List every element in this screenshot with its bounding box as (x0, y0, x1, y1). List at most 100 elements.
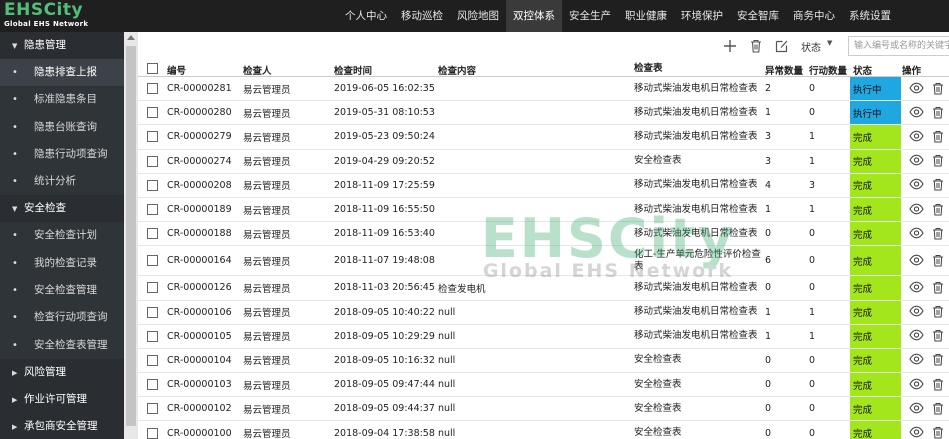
table-row[interactable]: CR-00000279 易云管理员 2019-05-23 09:50:24 移动式柴油… (138, 125, 949, 150)
row-checkbox[interactable] (147, 179, 158, 191)
column-header-time[interactable]: 检查时间 (334, 62, 438, 76)
view-icon[interactable] (909, 378, 925, 392)
view-icon[interactable] (909, 227, 925, 241)
column-header-no[interactable]: 编号 (167, 62, 243, 76)
nav-dual-control[interactable]: 双控体系 (506, 0, 562, 32)
view-icon[interactable] (909, 154, 925, 168)
record-number[interactable]: CR-00000126 (167, 276, 243, 299)
nav-environment[interactable]: 环境保护 (674, 0, 730, 32)
sidebar-item-checklist-management[interactable]: • 安全检查表管理 (0, 332, 124, 359)
view-icon[interactable] (909, 203, 925, 217)
sidebar-item-statistics[interactable]: • 统计分析 (0, 168, 124, 195)
delete-icon[interactable] (932, 378, 948, 392)
row-checkbox[interactable] (147, 255, 158, 267)
table-row[interactable]: CR-00000104 易云管理员 2018-09-05 10:16:32 null 安… (138, 348, 949, 374)
row-checkbox[interactable] (147, 155, 158, 167)
table-row[interactable]: CR-00000188 易云管理员 2018-11-09 16:53:40 移动式柴油… (138, 222, 949, 247)
column-header-user[interactable]: 检查人 (243, 62, 333, 76)
record-number[interactable]: CR-00000102 (167, 397, 243, 420)
edit-icon[interactable] (774, 38, 790, 54)
column-header-form[interactable]: 检查表 (634, 62, 764, 76)
sidebar-item-hazard-actions[interactable]: • 隐患行动项查询 (0, 141, 124, 168)
view-icon[interactable] (909, 402, 925, 416)
view-icon[interactable] (909, 305, 925, 319)
delete-icon[interactable] (932, 353, 948, 367)
table-row[interactable]: CR-00000208 易云管理员 2018-11-09 17:25:59 移动式柴油… (138, 173, 949, 198)
row-checkbox[interactable] (147, 83, 158, 95)
delete-icon[interactable] (932, 106, 948, 120)
delete-icon[interactable] (932, 82, 948, 96)
record-number[interactable]: CR-00000189 (167, 198, 243, 221)
view-icon[interactable] (909, 254, 925, 268)
delete-icon[interactable] (932, 130, 948, 144)
delete-icon[interactable] (932, 329, 948, 343)
delete-icon[interactable] (932, 281, 948, 295)
delete-icon[interactable] (932, 426, 948, 439)
view-icon[interactable] (909, 329, 925, 343)
column-header-act[interactable]: 行动数量 (809, 62, 851, 76)
record-number[interactable]: CR-00000100 (167, 421, 243, 439)
row-checkbox[interactable] (147, 427, 158, 439)
sidebar-item-check-actions[interactable]: • 检查行动项查询 (0, 304, 124, 331)
row-checkbox[interactable] (147, 131, 158, 143)
table-row[interactable]: CR-00000274 易云管理员 2019-04-29 09:20:52 安全检查表… (138, 149, 949, 174)
sidebar-item-standard-hazard[interactable]: • 标准隐患条目 (0, 86, 124, 113)
delete-icon[interactable] (932, 227, 948, 241)
delete-icon[interactable] (932, 254, 948, 268)
row-checkbox[interactable] (147, 379, 158, 391)
add-icon[interactable] (722, 38, 738, 54)
table-row[interactable]: CR-00000102 易云管理员 2018-09-05 09:44:37 null 安… (138, 397, 949, 422)
scrollbar-thumb[interactable] (126, 46, 136, 426)
record-number[interactable]: CR-00000103 (167, 373, 243, 396)
record-number[interactable]: CR-00000274 (167, 150, 243, 173)
sidebar-item-my-checks[interactable]: • 我的检查记录 (0, 250, 124, 277)
nav-mobile-inspection[interactable]: 移动巡检 (394, 0, 450, 32)
record-number[interactable]: CR-00000208 (167, 174, 243, 197)
record-number[interactable]: CR-00000164 (167, 246, 243, 275)
column-header-content[interactable]: 检查内容 (438, 62, 634, 76)
sidebar-item-check-management[interactable]: • 安全检查管理 (0, 277, 124, 304)
view-icon[interactable] (909, 178, 925, 192)
column-header-err[interactable]: 异常数量 (765, 62, 809, 76)
sidebar-item-check-plan[interactable]: • 安全检查计划 (0, 222, 124, 249)
row-checkbox[interactable] (147, 330, 158, 342)
search-input[interactable] (848, 36, 949, 56)
delete-icon[interactable] (932, 178, 948, 192)
sidebar-group-work-permit[interactable]: ▶ 作业许可管理 (0, 385, 124, 413)
nav-safety-production[interactable]: 安全生产 (562, 0, 618, 32)
column-header-ops[interactable]: 操作 (902, 62, 949, 76)
row-checkbox[interactable] (147, 354, 158, 366)
view-icon[interactable] (909, 426, 925, 439)
row-checkbox[interactable] (147, 228, 158, 240)
select-all-checkbox[interactable] (147, 63, 158, 74)
sidebar-group-contractor[interactable]: ▶ 承包商安全管理 (0, 412, 124, 439)
table-row[interactable]: CR-00000100 易云管理员 2018-09-04 17:38:58 null 安… (138, 421, 949, 439)
nav-safety-library[interactable]: 安全智库 (730, 0, 786, 32)
record-number[interactable]: CR-00000188 (167, 222, 243, 245)
record-number[interactable]: CR-00000106 (167, 301, 243, 324)
nav-risk-map[interactable]: 风险地图 (450, 0, 506, 32)
row-checkbox[interactable] (147, 204, 158, 216)
scroll-up-icon[interactable] (127, 35, 135, 40)
row-checkbox[interactable] (147, 306, 158, 318)
row-checkbox[interactable] (147, 403, 158, 415)
row-checkbox[interactable] (147, 107, 158, 119)
table-row[interactable]: CR-00000126 易云管理员 2018-11-03 20:56:45 检查发电机… (138, 276, 949, 301)
delete-icon[interactable] (932, 203, 948, 217)
table-row[interactable]: CR-00000105 易云管理员 2018-09-05 10:29:29 null 移… (138, 324, 949, 349)
record-number[interactable]: CR-00000280 (167, 101, 243, 124)
nav-system-settings[interactable]: 系统设置 (842, 0, 898, 32)
table-row[interactable]: CR-00000189 易云管理员 2018-11-09 16:55:50 移动式柴油… (138, 197, 949, 223)
nav-personal-center[interactable]: 个人中心 (338, 0, 394, 32)
delete-icon[interactable] (748, 38, 764, 54)
delete-icon[interactable] (932, 305, 948, 319)
nav-occupational-health[interactable]: 职业健康 (618, 0, 674, 32)
view-icon[interactable] (909, 106, 925, 120)
delete-icon[interactable] (932, 154, 948, 168)
view-icon[interactable] (909, 82, 925, 96)
record-number[interactable]: CR-00000281 (167, 77, 243, 100)
ehscity-logo[interactable]: EHSCity Global EHS Network (4, 1, 124, 31)
view-icon[interactable] (909, 130, 925, 144)
sidebar-group-hazard[interactable]: ▼ 隐患管理 (0, 32, 124, 59)
view-icon[interactable] (909, 281, 925, 295)
